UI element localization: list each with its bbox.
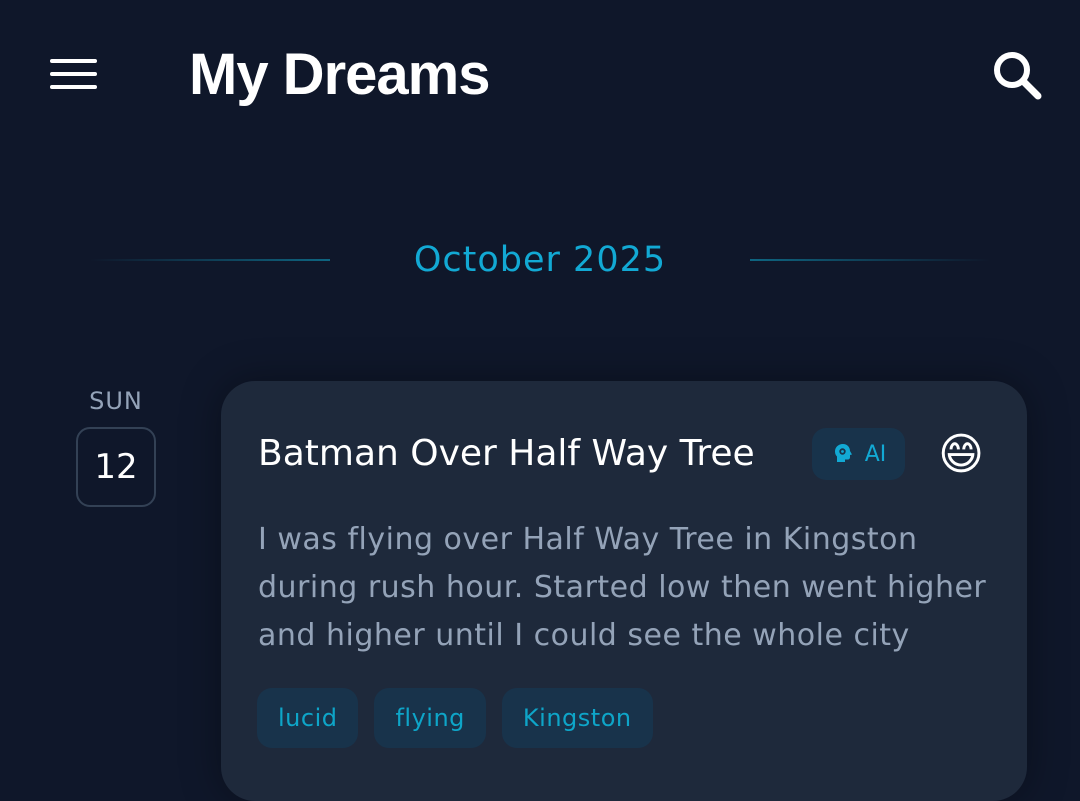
search-button[interactable]: [986, 44, 1050, 108]
menu-icon-bar: [50, 72, 97, 76]
page-title: My Dreams: [189, 42, 490, 107]
entry-day-number: 12: [94, 447, 138, 487]
tag-chip[interactable]: Kingston: [501, 688, 653, 748]
brain-gear-icon: [834, 444, 852, 462]
tag-list: lucid flying Kingston: [257, 688, 653, 748]
ai-badge-label: AI: [864, 441, 887, 467]
dream-title: Batman Over Half Way Tree: [258, 433, 755, 474]
mood-emoji: 😄: [938, 429, 984, 480]
entry-weekday: SUN: [89, 387, 143, 415]
search-icon: [994, 52, 1042, 100]
tag-chip[interactable]: lucid: [257, 688, 359, 748]
tag-chip[interactable]: flying: [374, 688, 486, 748]
menu-icon-bar: [50, 85, 97, 89]
app-bar: My Dreams: [0, 0, 1080, 150]
divider-right: [750, 259, 990, 261]
entry-day-box: 12: [76, 427, 156, 507]
dream-card[interactable]: Batman Over Half Way Tree AI 😄 I was fly…: [221, 381, 1027, 801]
ai-badge[interactable]: AI: [812, 428, 905, 480]
menu-button[interactable]: [44, 50, 104, 98]
month-section-header: October 2025: [0, 230, 1080, 290]
entry-date: SUN 12: [70, 385, 162, 507]
dream-excerpt: I was flying over Half Way Tree in Kings…: [258, 522, 987, 653]
menu-icon: [50, 59, 97, 63]
